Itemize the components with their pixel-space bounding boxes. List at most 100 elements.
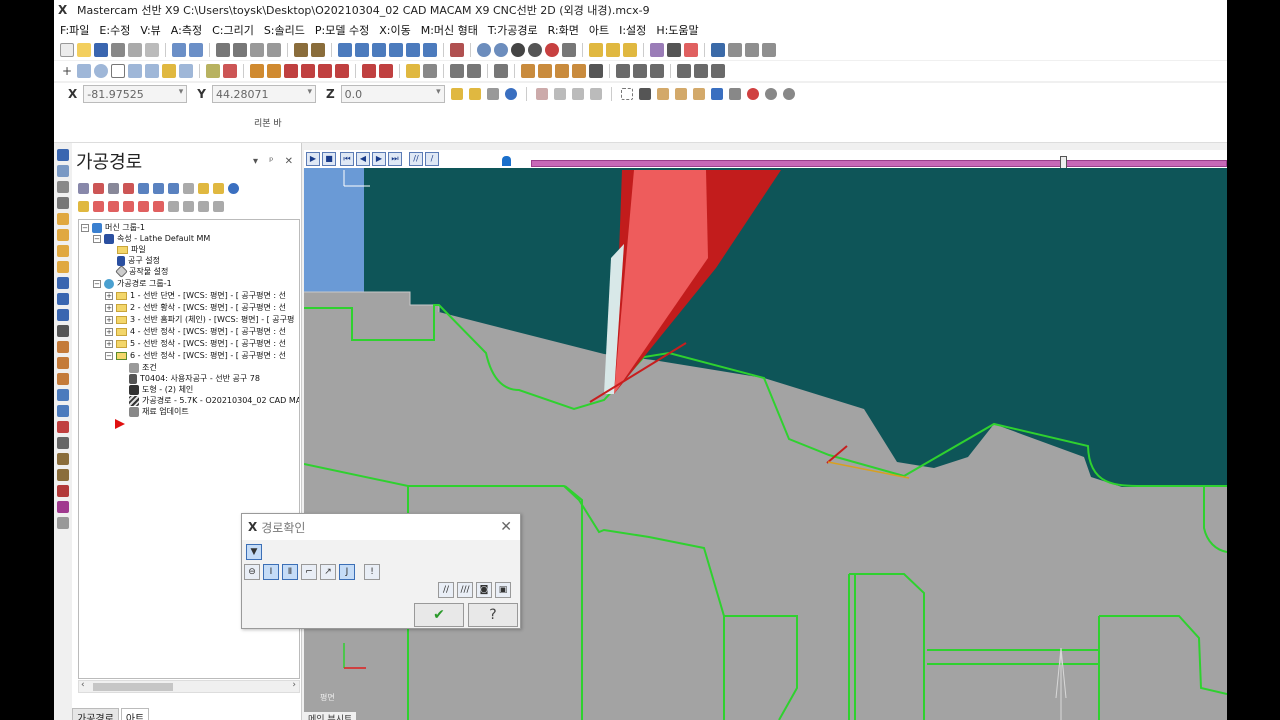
full-path-icon[interactable]: ///: [457, 582, 473, 598]
rotate-icon[interactable]: [294, 43, 308, 57]
front-view-icon[interactable]: [355, 43, 369, 57]
select-face-icon[interactable]: [674, 88, 687, 100]
toolpath-info-icon[interactable]: ⊖: [244, 564, 260, 580]
lock-icon[interactable]: [78, 200, 89, 212]
machine-def-icon[interactable]: [677, 64, 691, 78]
redo-icon[interactable]: [189, 43, 203, 57]
speed-slider-knob[interactable]: [502, 156, 511, 166]
single-view-icon[interactable]: [183, 200, 194, 212]
help-button[interactable]: ?: [468, 603, 518, 627]
pan-icon[interactable]: [311, 43, 325, 57]
autocursor-icon[interactable]: [468, 88, 481, 100]
horizontal-dimension-icon[interactable]: [450, 64, 464, 78]
verify-icon[interactable]: [728, 88, 741, 100]
display-toolpath-icon[interactable]: //: [409, 152, 423, 166]
display-shape-icon[interactable]: J: [339, 564, 355, 580]
pause-icon[interactable]: [764, 88, 777, 100]
scale-icon[interactable]: [318, 64, 332, 78]
post-process-icon[interactable]: [57, 517, 69, 529]
expand-toggle[interactable]: +: [105, 291, 113, 300]
display-holder-icon[interactable]: Ⅱ: [282, 564, 298, 580]
point-icon[interactable]: +: [60, 64, 74, 78]
cut-icon[interactable]: [145, 43, 159, 57]
graphics-viewport[interactable]: 평면: [304, 168, 1227, 720]
shaded-edges-icon[interactable]: [528, 43, 542, 57]
array-icon[interactable]: [379, 64, 393, 78]
vertical-dimension-icon[interactable]: [467, 64, 481, 78]
router-icon[interactable]: [650, 64, 664, 78]
iso-view-icon[interactable]: [389, 43, 403, 57]
line-icon[interactable]: [77, 64, 91, 78]
zoom-icon[interactable]: [250, 43, 264, 57]
close-icon[interactable]: ✕: [500, 519, 512, 535]
display-tool-icon[interactable]: Ⅰ: [263, 564, 279, 580]
c-axis-icon[interactable]: [57, 421, 69, 433]
stock-setup-icon[interactable]: [57, 213, 69, 225]
menu-analyze[interactable]: A:측정: [171, 22, 202, 38]
level-icon[interactable]: [535, 88, 548, 100]
break-icon[interactable]: [223, 64, 237, 78]
select-body-icon[interactable]: [710, 88, 723, 100]
post-selected-icon[interactable]: [198, 182, 209, 194]
stock-flip-icon[interactable]: [57, 341, 69, 353]
move-down-icon[interactable]: [123, 200, 134, 212]
analyze-icon[interactable]: [650, 43, 664, 57]
highfeed-icon[interactable]: [213, 182, 224, 194]
lathe-icon[interactable]: [616, 64, 630, 78]
select-window-icon[interactable]: [620, 88, 633, 100]
menu-screen[interactable]: R:화면: [548, 22, 579, 38]
stop-icon[interactable]: ■: [322, 152, 336, 166]
tree-item-geometry[interactable]: 도형 - (2) 체인: [129, 384, 193, 395]
simulation-icon[interactable]: [57, 485, 69, 497]
circle-icon[interactable]: [94, 64, 108, 78]
expand-toggle[interactable]: +: [105, 315, 113, 324]
group-icon[interactable]: [589, 88, 602, 100]
toggle-posting-icon[interactable]: [108, 200, 119, 212]
view-icon[interactable]: [423, 43, 437, 57]
step-back-icon[interactable]: ◀: [356, 152, 370, 166]
fit-icon[interactable]: [216, 43, 230, 57]
save-icon[interactable]: [94, 43, 108, 57]
xform-icon[interactable]: [250, 64, 264, 78]
component-icon[interactable]: [589, 64, 603, 78]
fillet-icon[interactable]: [179, 64, 193, 78]
contour-icon[interactable]: [57, 405, 69, 417]
sphere-icon[interactable]: [494, 43, 508, 57]
groove-icon[interactable]: [57, 277, 69, 289]
cross-contour-icon[interactable]: [57, 453, 69, 465]
spline-icon[interactable]: [145, 64, 159, 78]
collapse-toggle[interactable]: −: [105, 351, 113, 360]
collapse-toggle[interactable]: −: [93, 234, 101, 243]
stock-transfer-icon[interactable]: [57, 357, 69, 369]
backplot-progress-bar[interactable]: [531, 156, 1227, 169]
planes-icon[interactable]: [450, 43, 464, 57]
post-icon[interactable]: [711, 64, 725, 78]
toggle-display-icon[interactable]: [93, 200, 104, 212]
tab-art[interactable]: 아트: [120, 708, 150, 720]
step-forward-icon[interactable]: ▶: [372, 152, 386, 166]
menu-model-prep[interactable]: P:모델 수정: [315, 22, 369, 38]
attribute-icon[interactable]: [606, 43, 620, 57]
scroll-right-icon[interactable]: ›: [292, 680, 296, 690]
tree-item-properties[interactable]: − 속성 - Lathe Default MM: [93, 233, 210, 244]
toolpath-manager-icon[interactable]: [57, 149, 69, 161]
screenshot-icon[interactable]: ◙: [476, 582, 492, 598]
face-icon[interactable]: [57, 229, 69, 241]
help-icon[interactable]: [228, 182, 239, 194]
panel-controls[interactable]: ▾ ᵖ ✕: [253, 156, 301, 167]
menu-view[interactable]: V:뷰: [140, 22, 160, 38]
tree-item-op-1[interactable]: + 1 - 선반 단면 - [WCS: 평면] - [ 공구평면 : 선: [105, 290, 286, 301]
new-file-icon[interactable]: [60, 43, 74, 57]
collapse-toggle[interactable]: −: [93, 279, 101, 288]
pencil-icon[interactable]: [589, 43, 603, 57]
menu-machine-type[interactable]: M:머신 형태: [421, 22, 478, 38]
regen-dirty-icon[interactable]: [123, 182, 134, 194]
hidden-lines-icon[interactable]: [562, 43, 576, 57]
speed-slider[interactable]: [456, 150, 529, 168]
misc-icon[interactable]: [57, 437, 69, 449]
apply-icon[interactable]: [782, 88, 795, 100]
deselect-icon[interactable]: [93, 182, 104, 194]
grid-icon[interactable]: [745, 43, 759, 57]
cutoff-icon[interactable]: [57, 309, 69, 321]
expand-toggle[interactable]: +: [105, 339, 113, 348]
